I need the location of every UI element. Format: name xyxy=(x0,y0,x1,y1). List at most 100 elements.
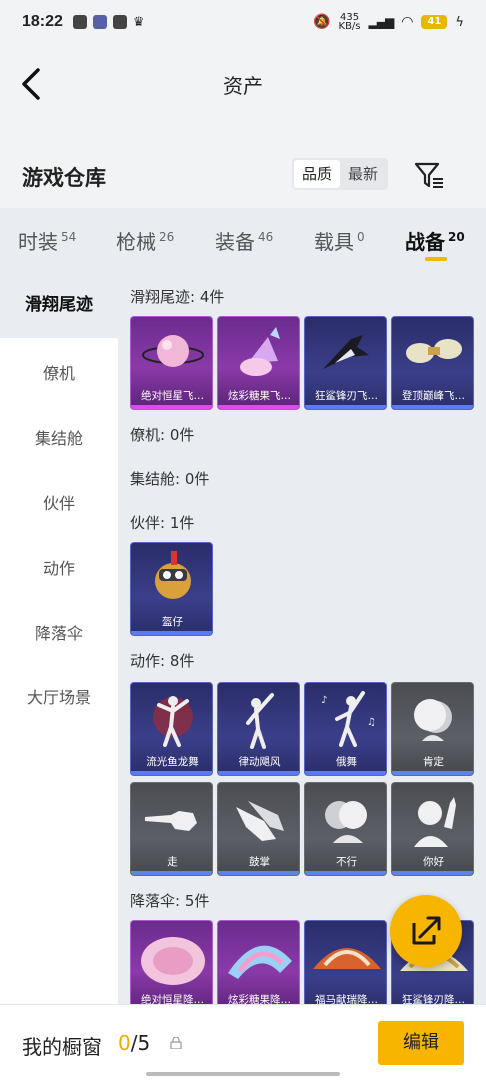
dance-pose-icon xyxy=(246,693,274,749)
item-name: 俄舞 xyxy=(336,756,357,768)
item-name: 炫彩糖果飞… xyxy=(228,390,291,402)
status-bar: 18:22 ♛ 🔕 435 KB/s ▂▄▆ ◠ 41 ϟ xyxy=(0,0,486,44)
item-card[interactable]: 鼓掌 xyxy=(217,782,300,876)
showcase-total: /5 xyxy=(130,1031,151,1055)
item-card[interactable]: 你好 xyxy=(391,782,474,876)
rarity-bar xyxy=(392,771,473,775)
item-card[interactable]: 福马献瑞降… xyxy=(304,920,387,1004)
tab-equipment[interactable]: 装备 46 xyxy=(215,226,273,255)
mute-icon: 🔕 xyxy=(313,14,331,30)
sort-latest-button[interactable]: 最新 xyxy=(340,160,386,188)
item-name: 你好 xyxy=(423,856,444,868)
wifi-icon: ◠ xyxy=(401,14,414,30)
rarity-bar xyxy=(392,405,473,409)
item-name: 肯定 xyxy=(423,756,444,768)
section-title-partner: 伙伴: 1件 xyxy=(130,514,195,532)
nav-item-glide-trail[interactable]: 滑翔尾迹 xyxy=(0,272,118,338)
section-title-emote: 动作: 8件 xyxy=(130,652,195,670)
warehouse-title: 游戏仓库 xyxy=(22,166,106,190)
battery-icon: 41 xyxy=(421,15,448,29)
item-name: 走 xyxy=(167,856,178,868)
item-name: 炫彩糖果降… xyxy=(228,994,291,1004)
item-name: 不行 xyxy=(336,856,357,868)
head-shake-icon xyxy=(325,801,367,843)
tab-count: 46 xyxy=(258,230,274,244)
rarity-bar xyxy=(131,871,212,875)
rarity-bar xyxy=(305,405,386,409)
item-card[interactable]: 律动飓风 xyxy=(217,682,300,776)
tab-label: 装备 xyxy=(215,230,255,254)
share-button[interactable] xyxy=(390,895,462,967)
rarity-bar xyxy=(305,871,386,875)
item-card[interactable]: 绝对恒星飞… xyxy=(130,316,213,410)
home-indicator[interactable] xyxy=(146,1072,340,1076)
dance-pose-icon: ♪♫ xyxy=(321,691,376,747)
nav-item-pod[interactable]: 集结舱 xyxy=(0,425,118,449)
lock-icon xyxy=(170,1037,182,1049)
net-speed: 435 KB/s xyxy=(338,12,361,32)
parachute-art xyxy=(141,937,205,985)
item-card[interactable]: 狂鲨锋刃飞… xyxy=(304,316,387,410)
item-name: 绝对恒星降… xyxy=(141,994,204,1004)
nav-item-partner[interactable]: 伙伴 xyxy=(0,490,118,514)
tab-combat-gear[interactable]: 战备 20 xyxy=(405,226,465,255)
crown-icon: ♛ xyxy=(132,14,145,30)
nav-item-emote[interactable]: 动作 xyxy=(0,555,118,579)
item-name: 绝对恒星飞… xyxy=(141,390,204,402)
item-card[interactable]: 肯定 xyxy=(391,682,474,776)
category-tabs: 时装 54 枪械 26 装备 46 载具 0 战备 20 xyxy=(0,208,486,272)
tab-label: 战备 xyxy=(405,230,445,254)
tab-weapons[interactable]: 枪械 26 xyxy=(116,226,174,255)
showcase-current: 0 xyxy=(118,1031,131,1055)
svg-text:♫: ♫ xyxy=(367,717,376,728)
rarity-bar xyxy=(131,631,212,635)
parachute-art xyxy=(313,948,381,969)
item-card[interactable]: 盔仔 xyxy=(130,542,213,636)
rarity-bar xyxy=(392,871,473,875)
rarity-bar xyxy=(131,405,212,409)
item-name: 登顶巅峰飞… xyxy=(402,390,465,402)
subcategory-nav: 滑翔尾迹 僚机 集结舱 伙伴 动作 降落伞 大厅场景 xyxy=(0,272,118,1004)
section-title-pod: 集结舱: 0件 xyxy=(130,470,210,488)
rarity-bar xyxy=(305,771,386,775)
top-app-bar: 资产 xyxy=(0,44,486,124)
item-card[interactable]: ♪ ♫ 俄舞 xyxy=(304,682,387,776)
item-card[interactable]: 炫彩糖果飞… xyxy=(217,316,300,410)
svg-text:♪: ♪ xyxy=(321,695,327,706)
item-card[interactable]: 流光鱼龙舞 xyxy=(130,682,213,776)
active-tab-indicator xyxy=(425,257,447,261)
sort-quality-button[interactable]: 品质 xyxy=(294,160,341,188)
pointing-hand-icon xyxy=(145,811,197,831)
item-name: 狂鲨锋刃降… xyxy=(402,994,465,1004)
charging-icon: ϟ xyxy=(455,14,464,30)
edit-button[interactable]: 编辑 xyxy=(378,1021,464,1065)
section-title-parachute: 降落伞: 5件 xyxy=(130,892,210,910)
item-name: 狂鲨锋刃飞… xyxy=(315,390,378,402)
app-notification-icon xyxy=(72,15,87,29)
item-card[interactable]: 炫彩糖果降… xyxy=(217,920,300,1004)
item-name: 福马献瑞降… xyxy=(315,994,378,1004)
tab-fashion[interactable]: 时装 54 xyxy=(18,226,76,255)
showcase-bar: 我的橱窗 0/5 编辑 xyxy=(0,1004,486,1080)
sort-toggle: 品质 最新 xyxy=(292,158,389,190)
tab-count: 20 xyxy=(448,230,465,244)
shark-trail-art xyxy=(323,335,369,369)
tab-label: 载具 xyxy=(314,230,354,254)
nav-item-wingman[interactable]: 僚机 xyxy=(0,360,118,384)
item-card[interactable]: 绝对恒星降… xyxy=(130,920,213,1004)
warehouse-header: 游戏仓库 品质 最新 xyxy=(0,124,486,208)
tab-vehicles[interactable]: 载具 0 xyxy=(314,226,365,255)
tab-label: 枪械 xyxy=(116,230,156,254)
signal-icon: ▂▄▆ xyxy=(368,15,395,29)
item-name: 盔仔 xyxy=(162,616,183,628)
nav-item-lobby-scene[interactable]: 大厅场景 xyxy=(0,684,118,708)
helmet-chick-art xyxy=(155,551,191,599)
item-card[interactable]: 不行 xyxy=(304,782,387,876)
item-card[interactable]: 走 xyxy=(130,782,213,876)
item-card[interactable]: 登顶巅峰飞… xyxy=(391,316,474,410)
showcase-count: 0/5 xyxy=(118,1031,150,1055)
tab-count: 0 xyxy=(357,230,365,244)
nav-item-parachute[interactable]: 降落伞 xyxy=(0,620,118,644)
parachute-art xyxy=(228,945,292,979)
filter-icon[interactable] xyxy=(412,158,446,192)
